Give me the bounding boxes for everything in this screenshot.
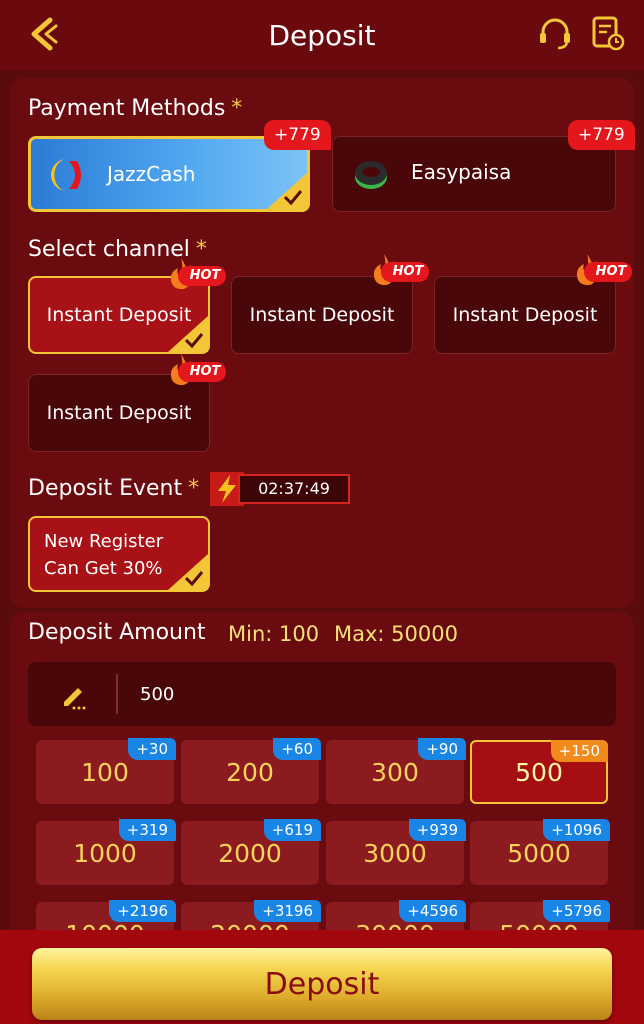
amount-bonus-badge: +30 xyxy=(128,738,176,760)
deposit-event-label: Deposit Event * xyxy=(28,476,200,501)
back-chevron-icon[interactable] xyxy=(24,14,64,54)
hot-badge: HOT xyxy=(168,352,226,386)
amount-bonus-badge: +1096 xyxy=(543,819,610,841)
headset-icon[interactable] xyxy=(536,14,574,52)
payment-method-label: Easypaisa xyxy=(411,160,512,184)
amount-bonus-badge: +90 xyxy=(418,738,466,760)
hot-badge: HOT xyxy=(168,256,226,290)
channel-label: Instant Deposit xyxy=(452,304,598,326)
channel-option[interactable]: Instant Deposit xyxy=(231,276,413,354)
amount-option-selected[interactable]: 500 +150 xyxy=(470,740,608,804)
amount-option[interactable]: 3000 +939 xyxy=(326,819,466,885)
amount-bonus-badge: +2196 xyxy=(109,900,176,922)
amount-bonus-badge: +60 xyxy=(273,738,321,760)
amount-bonus-badge: +150 xyxy=(550,740,608,762)
amount-option[interactable]: 100 +30 xyxy=(36,738,176,804)
selected-check-icon xyxy=(168,554,208,590)
hot-badge: HOT xyxy=(371,252,429,286)
amount-input[interactable] xyxy=(140,676,580,712)
amount-input-box xyxy=(28,662,616,726)
jazzcash-logo-icon xyxy=(51,159,81,191)
bonus-badge: +779 xyxy=(264,120,331,150)
input-divider xyxy=(116,674,118,714)
deposit-record-icon[interactable] xyxy=(590,14,626,52)
amount-bonus-badge: +939 xyxy=(408,819,466,841)
selected-check-icon xyxy=(168,316,208,352)
pencil-icon xyxy=(64,688,86,710)
payment-method-label: JazzCash xyxy=(107,162,196,186)
amount-bonus-badge: +619 xyxy=(263,819,321,841)
amount-option[interactable]: 1000 +319 xyxy=(36,819,176,885)
easypaisa-logo-icon xyxy=(355,161,387,189)
hot-badge: HOT xyxy=(574,252,632,286)
header-bar: Deposit xyxy=(0,0,644,70)
channel-label: Instant Deposit xyxy=(46,402,192,424)
event-option-new-register[interactable]: New Register Can Get 30% xyxy=(28,516,210,592)
deposit-amount-label: Deposit Amount xyxy=(28,620,206,645)
event-countdown: 02:37:49 xyxy=(238,474,350,504)
page-title: Deposit xyxy=(268,18,376,52)
bonus-badge: +779 xyxy=(568,120,635,150)
amount-bonus-badge: +5796 xyxy=(543,900,610,922)
amount-bonus-badge: +319 xyxy=(118,819,176,841)
event-card-line1: New Register xyxy=(44,531,164,552)
channel-label: Instant Deposit xyxy=(249,304,395,326)
deposit-button[interactable]: Deposit xyxy=(32,948,612,1020)
min-amount: Min: 100 xyxy=(228,622,320,646)
max-amount: Max: 50000 xyxy=(334,622,458,646)
channel-option[interactable]: Instant Deposit xyxy=(434,276,616,354)
amount-option[interactable]: 200 +60 xyxy=(181,738,321,804)
selected-check-icon xyxy=(267,173,307,209)
amount-bonus-badge: +4596 xyxy=(399,900,466,922)
amount-option[interactable]: 5000 +1096 xyxy=(470,819,610,885)
amount-option[interactable]: 300 +90 xyxy=(326,738,466,804)
payment-methods-label: Payment Methods * xyxy=(28,96,243,121)
amount-bonus-badge: +3196 xyxy=(254,900,321,922)
amount-option[interactable]: 2000 +619 xyxy=(181,819,321,885)
